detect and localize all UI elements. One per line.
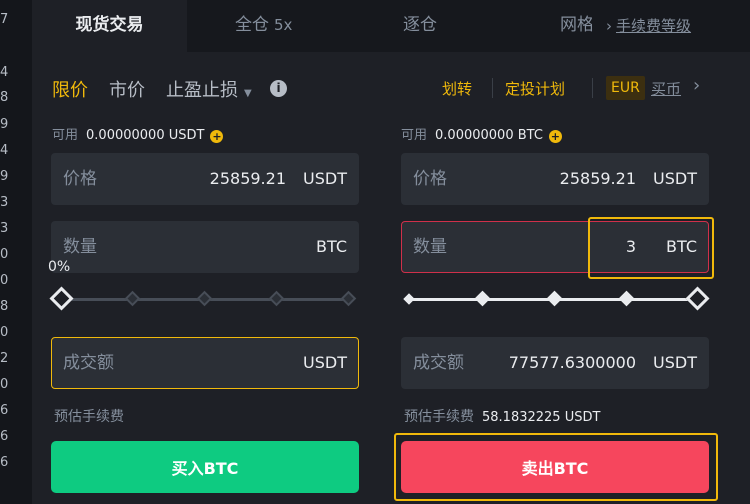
tab-spot[interactable]: 现货交易	[32, 0, 187, 52]
buy-crypto-link[interactable]: 买币	[651, 78, 681, 99]
total-input[interactable]: 77577.6300000	[509, 338, 636, 388]
slider-step-75[interactable]	[268, 290, 285, 307]
plus-circle-icon[interactable]: +	[210, 130, 224, 143]
order-book-digit: 4	[0, 143, 9, 158]
slider-step-0[interactable]	[403, 293, 415, 305]
fee-level-label: 手续费等级	[616, 17, 692, 35]
order-book-digit: 0	[0, 273, 9, 288]
available-value: 0.00000000 USDT	[86, 128, 205, 143]
chevron-right-icon[interactable]: ›	[693, 75, 700, 96]
divider	[492, 78, 493, 98]
tab-label: 现货交易	[75, 15, 144, 35]
tab-cross-margin[interactable]: 全仓 5x	[235, 0, 292, 52]
sell-available: 可用 0.00000000 BTC +	[401, 124, 562, 143]
tab-isolated-margin[interactable]: 逐仓	[403, 0, 437, 52]
order-book-digit: 4	[0, 65, 9, 80]
order-book-digit: 9	[0, 117, 9, 132]
buy-btc-button[interactable]: 买入BTC	[51, 441, 359, 493]
sell-amount-slider[interactable]	[401, 286, 710, 311]
field-unit: USDT	[303, 353, 347, 372]
available-value: 0.00000000 BTC	[435, 128, 543, 143]
order-book-digit: 6	[0, 455, 9, 470]
buy-amount-field[interactable]: 数量 BTC	[51, 221, 359, 273]
chevron-right-icon: ›	[606, 17, 612, 35]
price-input[interactable]: 25859.21	[210, 154, 286, 204]
tab-label: 逐仓	[403, 15, 437, 35]
slider-handle[interactable]	[49, 286, 74, 311]
tab-label: 全仓	[235, 15, 269, 35]
fee-label: 预估手续费	[404, 409, 474, 425]
recurring-plan-link[interactable]: 定投计划	[505, 78, 565, 99]
transfer-link[interactable]: 划转	[442, 78, 472, 99]
caret-down-icon: ▼	[244, 88, 252, 99]
field-unit: USDT	[303, 169, 347, 188]
sell-total-field[interactable]: 成交额 77577.6300000 USDT	[401, 337, 709, 389]
order-book-digit: 0	[0, 377, 9, 392]
order-book-digit: 0	[0, 247, 9, 262]
field-label: 数量	[413, 237, 447, 257]
slider-step-100[interactable]	[340, 290, 357, 307]
order-book-digit: 3	[0, 221, 9, 236]
order-book-digit: 6	[0, 429, 9, 444]
sell-btc-button[interactable]: 卖出BTC	[401, 441, 709, 493]
order-type-label: 止盈止损	[166, 80, 238, 101]
buy-price-field[interactable]: 价格 25859.21 USDT	[51, 153, 359, 205]
buy-total-field[interactable]: 成交额 USDT	[51, 337, 359, 389]
order-type-market[interactable]: 市价	[109, 76, 145, 102]
slider-percent-label: 0%	[48, 259, 71, 275]
leverage-label: 5x	[274, 16, 293, 34]
tab-label: 网格	[560, 15, 592, 35]
amount-highlight	[588, 217, 714, 279]
order-book-digit: 7	[0, 12, 9, 27]
slider-step-25[interactable]	[124, 290, 141, 307]
trade-mode-tabs: 现货交易 全仓 5x 逐仓 网格 › 手续费等级	[32, 0, 750, 52]
fee-value: 58.1832225 USDT	[482, 410, 601, 425]
divider	[592, 78, 593, 98]
available-label: 可用	[401, 128, 428, 143]
trade-panel: 现货交易 全仓 5x 逐仓 网格 › 手续费等级 限价 市价 止盈止损 ▼ i 划转 …	[32, 0, 750, 504]
slider-handle[interactable]	[685, 286, 710, 311]
order-book-digit: 8	[0, 90, 9, 105]
order-book-digit: 6	[0, 403, 9, 418]
field-label: 成交额	[413, 353, 464, 373]
order-book-digit: 9	[0, 169, 9, 184]
buy-available: 可用 0.00000000 USDT +	[52, 124, 224, 143]
fee-label: 预估手续费	[54, 409, 124, 425]
available-label: 可用	[52, 128, 79, 143]
price-input[interactable]: 25859.21	[560, 154, 636, 204]
sell-estimated-fee: 预估手续费 58.1832225 USDT	[404, 406, 600, 426]
field-label: 成交额	[63, 353, 114, 373]
order-book-digit: 8	[0, 299, 9, 314]
slider-step-50[interactable]	[546, 290, 563, 307]
fee-level-link[interactable]: › 手续费等级	[606, 15, 691, 36]
field-unit: BTC	[316, 237, 347, 256]
order-type-stop-limit[interactable]: 止盈止损 ▼	[166, 76, 252, 102]
buy-amount-slider[interactable]	[49, 286, 359, 311]
order-type-limit[interactable]: 限价	[52, 76, 88, 102]
tab-grid[interactable]: 网格	[560, 0, 592, 52]
field-label: 价格	[413, 169, 447, 189]
buy-estimated-fee: 预估手续费	[54, 406, 132, 426]
order-book-edge: 7 4 8 9 4 9 3 3 0 0 8 0 2 0 6 6 6	[0, 0, 32, 504]
plus-circle-icon[interactable]: +	[548, 130, 562, 143]
info-icon[interactable]: i	[270, 80, 287, 97]
field-unit: USDT	[653, 353, 697, 372]
order-book-digit: 3	[0, 195, 9, 210]
sell-price-field[interactable]: 价格 25859.21 USDT	[401, 153, 709, 205]
slider-step-25[interactable]	[474, 290, 491, 307]
field-label: 价格	[63, 169, 97, 189]
slider-step-50[interactable]	[196, 290, 213, 307]
order-book-digit: 2	[0, 351, 9, 366]
order-book-digit: 0	[0, 325, 9, 340]
field-unit: USDT	[653, 169, 697, 188]
slider-step-75[interactable]	[618, 290, 635, 307]
currency-badge[interactable]: EUR	[606, 76, 645, 100]
